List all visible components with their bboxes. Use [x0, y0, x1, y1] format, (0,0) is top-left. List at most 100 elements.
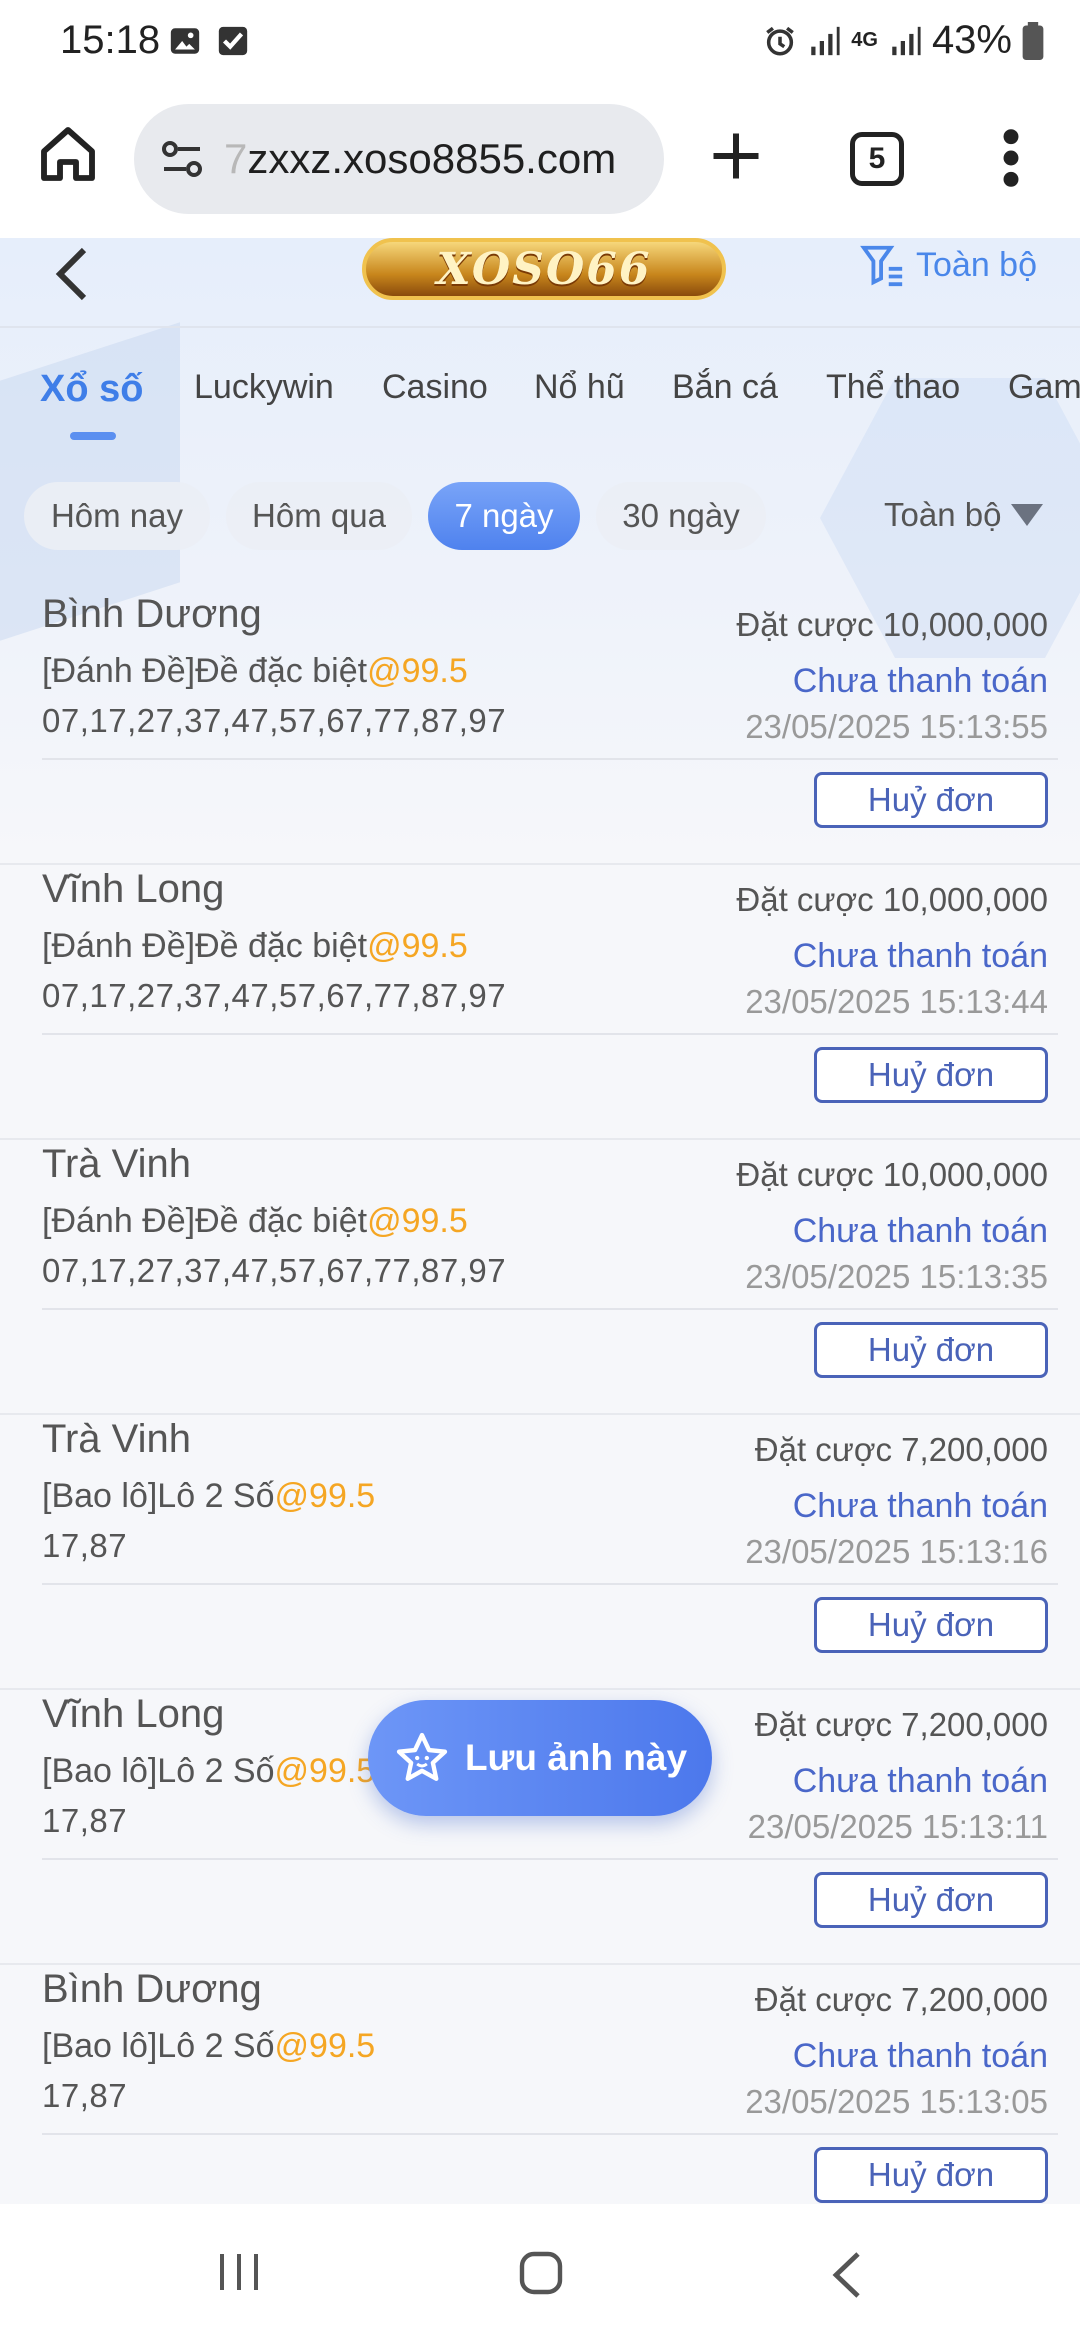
bet-item: Bình Dương [Bao lô]Lô 2 Số@99.5 17,87 Đặ… [0, 1965, 1080, 2204]
bet-province: Trà Vinh [42, 1142, 191, 1186]
bet-numbers: 07,17,27,37,47,57,67,77,87,97 [42, 1252, 507, 1289]
bet-amount: Đặt cược 10,000,000 [736, 1156, 1048, 1193]
alarm-icon [766, 26, 795, 56]
date-filter-7-days[interactable]: 7 ngày [428, 482, 580, 550]
category-tabs: Xổ số Luckywin Casino Nổ hũ Bắn cá Thể t… [0, 358, 1080, 438]
cancel-bet-button[interactable]: Huỷ đơn [814, 1322, 1048, 1378]
bet-province: Trà Vinh [42, 1417, 191, 1461]
more-menu-icon[interactable] [996, 126, 1026, 190]
bet-list: Bình Dương [Đánh Đề]Đề đặc biệt@99.5 07,… [0, 590, 1080, 2204]
bet-time: 23/05/2025 15:13:55 [745, 708, 1048, 745]
bet-numbers: 07,17,27,37,47,57,67,77,87,97 [42, 977, 507, 1014]
network-type: 4G [851, 29, 878, 51]
image-icon [170, 28, 200, 54]
bet-time: 23/05/2025 15:13:35 [745, 1258, 1048, 1295]
tab-count: 5 [868, 142, 886, 175]
divider [42, 1033, 1058, 1035]
address-bar[interactable]: 7zxxz.xoso8855.com [134, 104, 664, 214]
active-tab-indicator [70, 432, 116, 440]
tabs-icon[interactable]: 5 [850, 132, 904, 186]
divider [42, 758, 1058, 760]
date-filter-yesterday[interactable]: Hôm qua [226, 482, 412, 550]
bet-status: Chưa thanh toán [792, 2037, 1048, 2075]
bet-type: [Bao lô]Lô 2 Số@99.5 [42, 2027, 376, 2065]
bet-province: Bình Dương [42, 592, 262, 636]
divider [42, 2133, 1058, 2135]
bet-numbers: 17,87 [42, 1527, 128, 1564]
bet-item: Trà Vinh [Đánh Đề]Đề đặc biệt@99.5 07,17… [0, 1140, 1080, 1415]
tab-no-hu[interactable]: Nổ hũ [534, 368, 625, 407]
bet-status: Chưa thanh toán [792, 1212, 1048, 1250]
star-icon [396, 1732, 448, 1781]
cancel-bet-button[interactable]: Huỷ đơn [814, 2147, 1048, 2203]
bet-amount: Đặt cược 10,000,000 [736, 881, 1048, 918]
bet-province: Vĩnh Long [42, 1692, 225, 1736]
logo-text: XOSO66 [436, 243, 652, 295]
bet-province: Vĩnh Long [42, 867, 225, 911]
status-time: 15:18 [60, 18, 161, 62]
tab-ban-ca[interactable]: Bắn cá [672, 368, 778, 407]
bet-time: 23/05/2025 15:13:16 [745, 1533, 1048, 1570]
tab-game[interactable]: Gam [1008, 368, 1080, 407]
bet-odds: @99.5 [274, 1752, 376, 1790]
bet-numbers: 17,87 [42, 1802, 128, 1839]
bet-amount: Đặt cược 10,000,000 [736, 606, 1048, 643]
divider [42, 1583, 1058, 1585]
recent-apps-icon[interactable] [216, 2250, 262, 2294]
home-nav-icon[interactable] [518, 2250, 564, 2296]
bet-odds: @99.5 [367, 1202, 468, 1240]
date-filter-today[interactable]: Hôm nay [24, 482, 210, 550]
bet-odds: @99.5 [367, 927, 468, 965]
save-image-button[interactable]: Lưu ảnh này [368, 1700, 712, 1816]
save-image-label: Lưu ảnh này [464, 1737, 688, 1778]
filter-button[interactable]: Toàn bộ [860, 242, 1037, 288]
bet-status: Chưa thanh toán [792, 937, 1048, 975]
dropdown-arrow-icon [1011, 504, 1044, 526]
new-tab-icon[interactable] [706, 126, 766, 186]
site-settings-icon[interactable] [158, 135, 206, 183]
bet-odds: @99.5 [274, 1477, 376, 1515]
date-filter-30-days[interactable]: 30 ngày [596, 482, 766, 550]
status-select[interactable]: Toàn bộ [884, 496, 1044, 534]
web-content: XOSO66 Toàn bộ Xổ số Luckywin Casino Nổ … [0, 238, 1080, 2204]
bet-time: 23/05/2025 15:13:11 [747, 1808, 1048, 1845]
bet-item: Bình Dương [Đánh Đề]Đề đặc biệt@99.5 07,… [0, 590, 1080, 865]
tab-xo-so[interactable]: Xổ số [40, 368, 143, 411]
filter-label: Toàn bộ [916, 245, 1037, 284]
bet-type: [Bao lô]Lô 2 Số@99.5 [42, 1477, 376, 1515]
tab-the-thao[interactable]: Thể thao [826, 368, 960, 407]
battery-icon [1022, 21, 1044, 60]
bet-time: 23/05/2025 15:13:05 [745, 2083, 1048, 2120]
back-nav-icon[interactable] [828, 2250, 864, 2300]
bet-odds: @99.5 [274, 2027, 376, 2065]
bet-numbers: 17,87 [42, 2077, 128, 2114]
signal-4g-icon [892, 26, 921, 55]
divider [42, 1858, 1058, 1860]
cancel-bet-button[interactable]: Huỷ đơn [814, 1047, 1048, 1103]
bet-status: Chưa thanh toán [792, 1762, 1048, 1800]
status-select-label: Toàn bộ [884, 496, 1002, 533]
tab-casino[interactable]: Casino [382, 368, 488, 407]
home-icon[interactable] [36, 122, 100, 186]
site-logo[interactable]: XOSO66 [362, 238, 726, 300]
bet-type: [Đánh Đề]Đề đặc biệt@99.5 [42, 1202, 468, 1240]
back-icon[interactable] [52, 244, 92, 304]
cancel-bet-button[interactable]: Huỷ đơn [814, 1597, 1048, 1653]
browser-toolbar: 7zxxz.xoso8855.com 5 [0, 86, 1080, 238]
bet-time: 23/05/2025 15:13:44 [745, 983, 1048, 1020]
bet-amount: Đặt cược 7,200,000 [754, 1706, 1048, 1743]
cancel-bet-button[interactable]: Huỷ đơn [814, 1872, 1048, 1928]
bet-item: Vĩnh Long [Đánh Đề]Đề đặc biệt@99.5 07,1… [0, 865, 1080, 1140]
bet-province: Bình Dương [42, 1967, 262, 2011]
check-box-icon [218, 26, 248, 56]
bet-type: [Bao lô]Lô 2 Số@99.5 [42, 1752, 376, 1790]
date-filters: Hôm nay Hôm qua 7 ngày 30 ngày Toàn bộ [0, 482, 1080, 552]
system-navigation-bar [0, 2204, 1080, 2340]
bet-status: Chưa thanh toán [792, 1487, 1048, 1525]
bet-type: [Đánh Đề]Đề đặc biệt@99.5 [42, 927, 468, 965]
cancel-bet-button[interactable]: Huỷ đơn [814, 772, 1048, 828]
status-bar: 15:18 4G 43% [0, 0, 1080, 86]
tab-luckywin[interactable]: Luckywin [194, 368, 334, 407]
signal-icon [811, 26, 840, 55]
bet-numbers: 07,17,27,37,47,57,67,77,87,97 [42, 702, 507, 739]
